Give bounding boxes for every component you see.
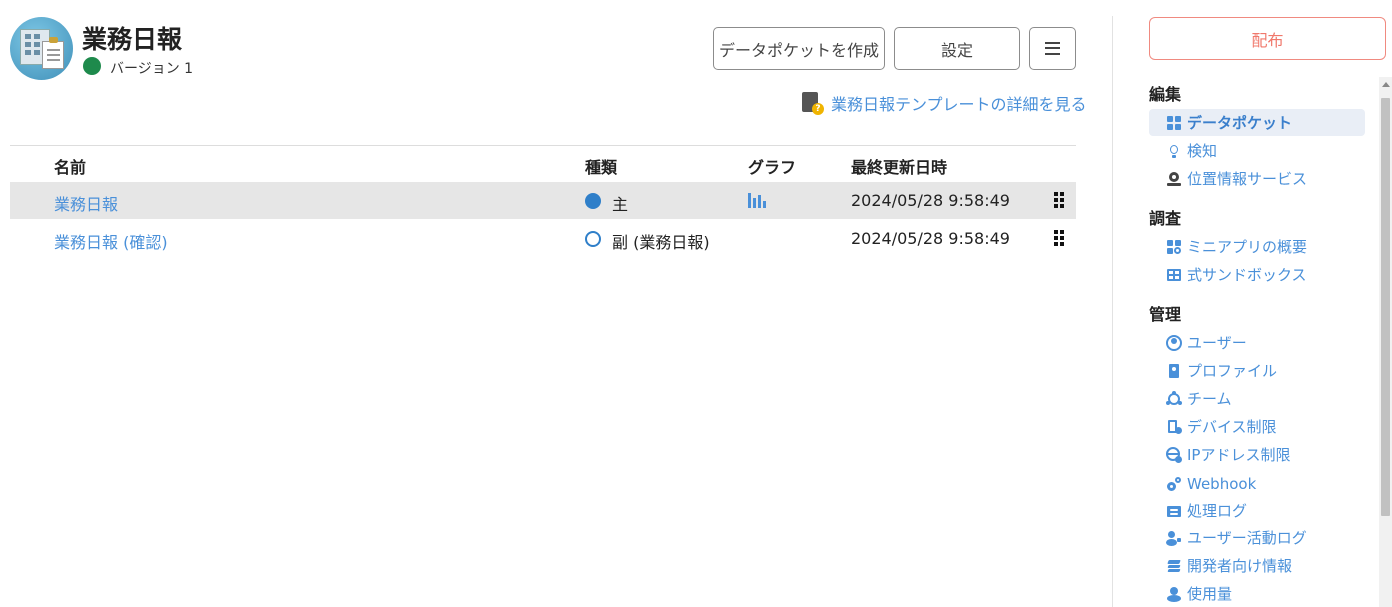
- settings-button[interactable]: 設定: [894, 27, 1020, 70]
- layers-icon: [1166, 558, 1182, 574]
- version-label: バージョン 1: [110, 61, 194, 77]
- section-heading-investigate: 調査: [1149, 209, 1182, 228]
- scroll-up-arrow-icon[interactable]: [1382, 82, 1390, 87]
- sidebar-item-label: 使用量: [1187, 585, 1233, 603]
- column-header-type: 種類: [585, 158, 618, 177]
- device-check-icon: [1166, 419, 1182, 435]
- sidebar-item-team[interactable]: チーム: [1149, 385, 1365, 412]
- hamburger-icon: [1045, 42, 1060, 55]
- globe-icon: [1166, 446, 1182, 463]
- sidebar-item-label: 検知: [1187, 142, 1218, 160]
- row-name-link[interactable]: 業務日報: [54, 191, 118, 215]
- user-circle-icon: [1166, 334, 1182, 351]
- book-help-icon: ?: [801, 91, 824, 115]
- grid-icon: [1166, 115, 1182, 131]
- lightbulb-icon: [1166, 143, 1182, 159]
- log-icon: [1166, 503, 1182, 519]
- sidebar-item-datapocket[interactable]: データポケット: [1149, 109, 1365, 136]
- sidebar-item-label: プロファイル: [1187, 362, 1278, 380]
- sidebar-item-label: Webhook: [1187, 474, 1257, 493]
- sidebar-item-formula-sandbox[interactable]: 式サンドボックス: [1149, 261, 1365, 288]
- row-type: 副 (業務日報): [612, 233, 710, 252]
- sidebar-item-usage[interactable]: 使用量: [1149, 580, 1365, 607]
- sidebar-item-label: ミニアプリの概要: [1187, 238, 1308, 256]
- row-type: 主: [612, 195, 629, 214]
- menu-button[interactable]: [1029, 27, 1076, 70]
- map-pin-icon: [1166, 171, 1182, 187]
- app-icon: [10, 17, 73, 80]
- sidebar-item-users[interactable]: ユーザー: [1149, 329, 1365, 356]
- table-row[interactable]: 業務日報 主 2024/05/28 9:58:49: [10, 182, 1076, 219]
- sidebar-item-label: デバイス制限: [1187, 418, 1277, 436]
- sidebar-item-user-activity-log[interactable]: ユーザー活動ログ: [1149, 524, 1365, 551]
- sidebar-item-label: データポケット: [1187, 114, 1293, 132]
- secondary-type-icon: [585, 231, 601, 247]
- sidebar-item-process-log[interactable]: 処理ログ: [1149, 497, 1365, 524]
- gears-icon: [1166, 476, 1182, 492]
- user-activity-icon: [1166, 530, 1182, 546]
- team-icon: [1166, 390, 1182, 407]
- sidebar-item-label: 処理ログ: [1187, 502, 1248, 520]
- sidebar-item-webhook[interactable]: Webhook: [1149, 470, 1365, 497]
- sidebar-item-profile[interactable]: プロファイル: [1149, 357, 1365, 384]
- sidebar-item-label: ユーザー: [1187, 334, 1247, 352]
- row-name-link[interactable]: 業務日報 (確認): [54, 229, 168, 253]
- sidebar-item-miniapp-overview[interactable]: ミニアプリの概要: [1149, 233, 1365, 260]
- row-updated: 2024/05/28 9:58:49: [851, 191, 1010, 210]
- column-header-updated: 最終更新日時: [851, 158, 948, 177]
- grid-search-icon: [1166, 239, 1182, 255]
- row-updated: 2024/05/28 9:58:49: [851, 229, 1010, 248]
- page-title: 業務日報: [82, 25, 183, 54]
- version-status-dot: [83, 57, 101, 75]
- sidebar-item-label: IPアドレス制限: [1187, 446, 1291, 464]
- sidebar-item-label: チーム: [1187, 390, 1232, 408]
- template-details-link[interactable]: ? 業務日報テンプレートの詳細を見る: [801, 91, 1087, 115]
- distribute-button[interactable]: 配布: [1149, 17, 1386, 60]
- main-panel: 業務日報 バージョン 1 データポケットを作成 設定 ? 業務日報テンプレートの…: [0, 0, 1112, 607]
- clipboard-icon: [42, 41, 64, 69]
- table-icon: [1166, 267, 1182, 283]
- sidebar-item-developer-info[interactable]: 開発者向け情報: [1149, 552, 1365, 579]
- primary-type-icon: [585, 193, 601, 209]
- sidebar-item-label: 式サンドボックス: [1187, 266, 1307, 284]
- sidebar-item-label: 位置情報サービス: [1187, 170, 1308, 188]
- id-badge-icon: [1166, 363, 1182, 379]
- sidebar-item-ip-restriction[interactable]: IPアドレス制限: [1149, 441, 1365, 468]
- scrollbar-thumb[interactable]: [1381, 98, 1390, 516]
- column-header-graph: グラフ: [748, 158, 797, 177]
- template-details-label: 業務日報テンプレートの詳細を見る: [831, 95, 1087, 114]
- sidebar-item-label: 開発者向け情報: [1187, 557, 1293, 575]
- column-header-name: 名前: [54, 158, 87, 177]
- section-heading-edit: 編集: [1149, 85, 1182, 104]
- bar-chart-icon[interactable]: [748, 192, 766, 208]
- create-datapocket-button[interactable]: データポケットを作成: [713, 27, 885, 70]
- sidebar: 配布 編集 データポケット 検知 位置情報サービス 調査 ミニアプリの概要 式サ…: [1113, 0, 1392, 607]
- table-row[interactable]: 業務日報 (確認) 副 (業務日報) 2024/05/28 9:58:49: [10, 220, 1076, 257]
- usage-icon: [1166, 586, 1182, 602]
- drag-handle-icon[interactable]: [1054, 192, 1064, 209]
- sidebar-item-location[interactable]: 位置情報サービス: [1149, 165, 1365, 192]
- sidebar-item-device-restriction[interactable]: デバイス制限: [1149, 413, 1365, 440]
- drag-handle-icon[interactable]: [1054, 230, 1064, 247]
- sidebar-item-detection[interactable]: 検知: [1149, 137, 1365, 164]
- section-heading-manage: 管理: [1149, 305, 1182, 324]
- sidebar-item-label: ユーザー活動ログ: [1187, 529, 1307, 547]
- table-divider: [10, 145, 1076, 146]
